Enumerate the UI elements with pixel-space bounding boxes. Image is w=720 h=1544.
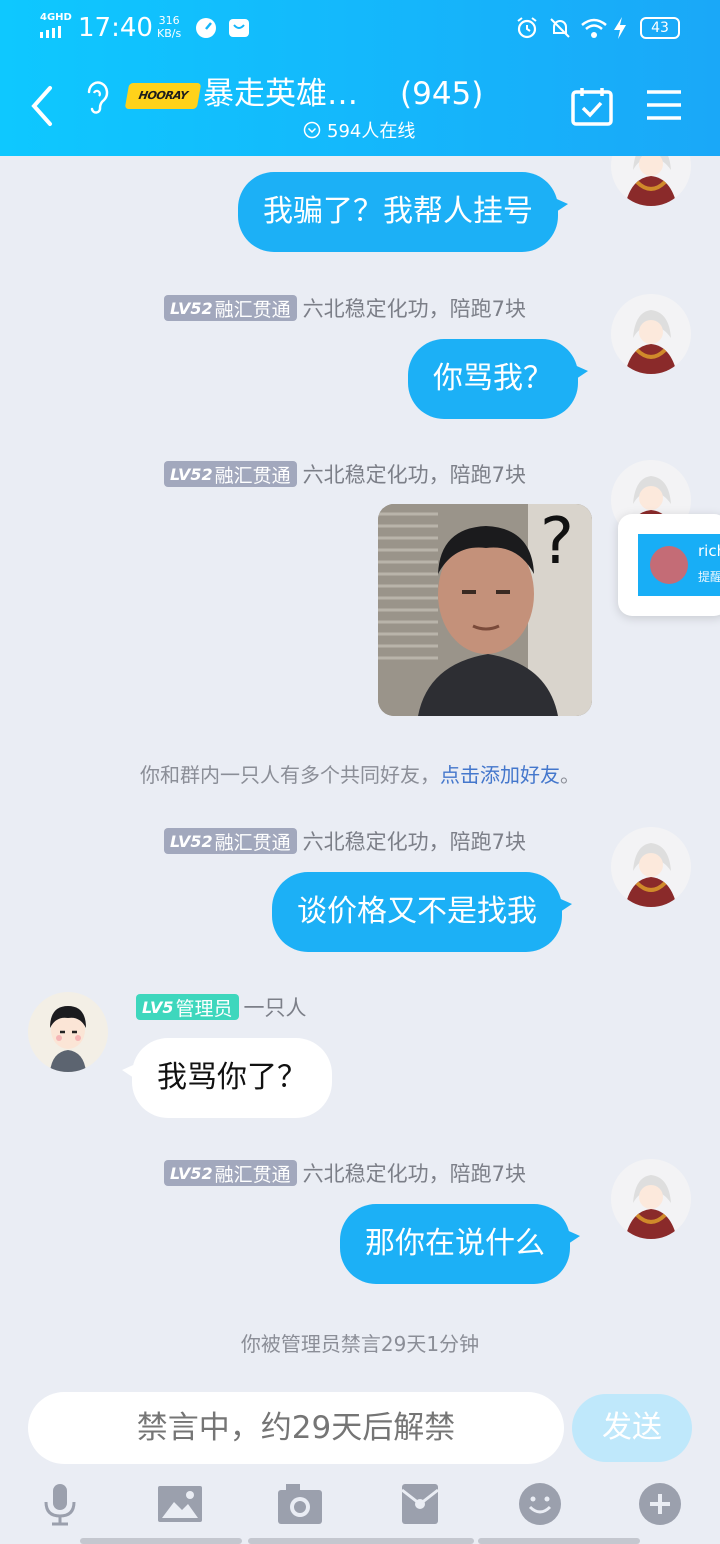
net-speed-unit: KB/s (157, 27, 182, 40)
mute-bell-icon (550, 18, 570, 38)
chevron-down-circle-icon (303, 121, 321, 139)
add-friend-link[interactable]: 点击添加好友 (440, 763, 560, 787)
group-logo: HOORAY (124, 83, 202, 109)
level-title: 融汇贯通 (214, 831, 291, 854)
message-list[interactable]: 我骗了？我帮人挂号 LV52 融汇贯通 六北稳定化功，陪跑7块 你骂我？ LV52… (0, 156, 720, 1384)
member-count[interactable]: (945) (400, 74, 483, 114)
level-badge: LV52 融汇贯通 (164, 295, 297, 321)
level: LV52 (170, 1163, 213, 1183)
microphone-icon[interactable] (36, 1482, 84, 1526)
net-speed: 316 KB/s (157, 14, 181, 40)
anime-avatar-icon (611, 156, 691, 206)
signal-icon (40, 26, 61, 38)
anime-avatar-icon (611, 294, 691, 374)
level: LV52 (170, 464, 213, 484)
message-bubble[interactable]: 我骂你了？ (122, 1038, 332, 1118)
online-status[interactable]: 594人在线 (303, 118, 415, 142)
level-title: 融汇贯通 (214, 1163, 291, 1186)
sender-meta: LV52 融汇贯通 六北稳定化功，陪跑7块 (164, 295, 526, 321)
anime-avatar-icon (611, 827, 691, 907)
net-speed-value: 316 (158, 14, 180, 27)
network-type: 4GHD (40, 12, 72, 23)
red-packet-icon[interactable] (396, 1482, 444, 1526)
sender-meta: LV52 融汇贯通 六北稳定化功，陪跑7块 (164, 461, 526, 487)
sender-nickname[interactable]: 六北稳定化功，陪跑7块 (303, 826, 526, 856)
ear-icon[interactable] (80, 78, 112, 114)
message-input[interactable] (28, 1392, 564, 1464)
sender-nickname[interactable]: 六北稳定化功，陪跑7块 (303, 293, 526, 323)
sender-nickname[interactable]: 六北稳定化功，陪跑7块 (303, 1158, 526, 1188)
chat-header: 4GHD 17:40 316 KB/s 43 HOORAY 暴走英雄… (945)… (0, 0, 720, 156)
cartoon-boy-icon (28, 992, 108, 1072)
plus-icon[interactable] (636, 1482, 684, 1526)
self-avatar[interactable] (611, 294, 691, 374)
toast-card: rich 提醒 (638, 534, 720, 596)
level-badge: LV52 融汇贯通 (164, 828, 297, 854)
camera-icon[interactable] (276, 1482, 324, 1526)
status-bar: 4GHD 17:40 316 KB/s 43 (0, 0, 720, 56)
send-button[interactable]: 发送 (572, 1394, 692, 1462)
level: LV52 (170, 831, 213, 851)
level-badge: LV52 融汇贯通 (164, 1160, 297, 1186)
sender-nickname[interactable]: 一只人 (244, 992, 307, 1022)
nav-bar: HOORAY 暴走英雄… (945) 594人在线 (0, 66, 720, 156)
input-area: 发送 (0, 1384, 720, 1544)
toast-avatar (650, 546, 688, 584)
level-badge: LV52 融汇贯通 (164, 461, 297, 487)
message-bubble[interactable]: 那你在说什么 (340, 1204, 580, 1284)
system-notice-friend: 你和群内一只人有多个共同好友，点击添加好友。 (0, 759, 720, 788)
clock: 17:40 (78, 13, 153, 43)
image-message[interactable]: ? (378, 504, 592, 716)
admin-badge: LV5 管理员 (136, 994, 239, 1020)
self-avatar[interactable] (611, 827, 691, 907)
gesture-bar (80, 1538, 242, 1544)
sender-meta: LV5 管理员 一只人 (136, 994, 307, 1020)
question-mark: ? (540, 505, 574, 579)
role-title: 管理员 (175, 997, 233, 1020)
group-title[interactable]: 暴走英雄… (203, 74, 358, 114)
back-button[interactable] (28, 84, 60, 128)
system-text: 你和群内一只人有多个共同好友， (140, 763, 440, 787)
message-bubble[interactable]: 我骗了？我帮人挂号 (238, 172, 568, 252)
system-notice-muted: 你被管理员禁言29天1分钟 (240, 1332, 480, 1356)
message-bubble[interactable]: 谈价格又不是找我 (272, 872, 572, 952)
self-avatar[interactable] (611, 156, 691, 206)
mention-toast[interactable]: rich 提醒 (618, 514, 720, 616)
toast-name: rich (698, 542, 720, 560)
alarm-icon (517, 17, 537, 39)
battery-level: 43 (640, 17, 680, 39)
sender-nickname[interactable]: 六北稳定化功，陪跑7块 (303, 459, 526, 489)
gesture-bar (478, 1538, 640, 1544)
admin-avatar[interactable] (28, 992, 108, 1072)
input-toolbar (0, 1476, 720, 1526)
gesture-bar (248, 1538, 474, 1544)
image-icon[interactable] (156, 1482, 204, 1526)
toast-subtitle: 提醒 (698, 570, 720, 584)
online-count: 594人在线 (327, 121, 416, 142)
level-title: 融汇贯通 (214, 298, 291, 321)
system-suffix: 。 (560, 763, 580, 787)
speedometer-icon (196, 18, 216, 38)
sender-meta: LV52 融汇贯通 六北稳定化功，陪跑7块 (164, 1160, 526, 1186)
menu-button[interactable] (645, 88, 683, 122)
charging-icon (614, 17, 626, 39)
anime-avatar-icon (611, 1159, 691, 1239)
wifi-icon (581, 18, 607, 38)
level: LV52 (170, 298, 213, 318)
self-avatar[interactable] (611, 1159, 691, 1239)
app-notification-icon (229, 19, 249, 37)
message-bubble[interactable]: 你骂我？ (408, 339, 588, 419)
level-title: 融汇贯通 (214, 464, 291, 487)
sender-meta: LV52 融汇贯通 六北稳定化功，陪跑7块 (164, 828, 526, 854)
level: LV5 (142, 997, 174, 1017)
calendar-check-button[interactable] (570, 86, 614, 126)
emoji-icon[interactable] (516, 1482, 564, 1526)
